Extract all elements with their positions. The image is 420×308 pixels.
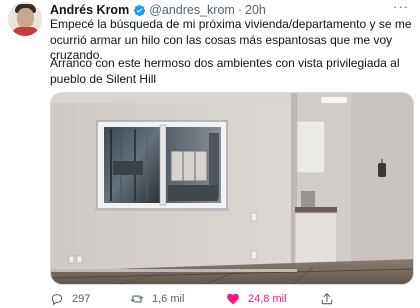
more-options-icon[interactable]: ··· bbox=[392, 0, 410, 16]
tweet-photo[interactable] bbox=[50, 92, 414, 285]
author-handle[interactable]: @andres_krom bbox=[149, 3, 235, 17]
reply-icon bbox=[51, 294, 63, 306]
reply-button[interactable]: 297 bbox=[50, 291, 90, 307]
apartment-photo bbox=[51, 93, 413, 284]
author-avatar[interactable] bbox=[8, 2, 42, 36]
retweet-icon bbox=[130, 295, 144, 303]
avatar-shirt bbox=[12, 27, 39, 36]
reply-count: 297 bbox=[72, 293, 91, 305]
avatar-face bbox=[17, 8, 34, 28]
header-separator: · bbox=[237, 3, 242, 17]
retweet-count: 1,6 mil bbox=[152, 293, 185, 305]
author-name[interactable]: Andrés Krom bbox=[50, 3, 129, 17]
like-button[interactable]: 24,8 mil bbox=[226, 291, 287, 307]
tweet-timestamp[interactable]: 20h bbox=[245, 3, 266, 17]
heart-icon bbox=[227, 293, 239, 305]
share-icon bbox=[321, 293, 333, 305]
tweet-actions: 297 1,6 mil 24,8 mil bbox=[50, 291, 414, 307]
like-count: 24,8 mil bbox=[248, 293, 287, 305]
share-button[interactable] bbox=[320, 291, 342, 307]
tweet-header: Andrés Krom @andres_krom · 20h bbox=[50, 2, 266, 18]
retweet-button[interactable]: 1,6 mil bbox=[130, 291, 184, 307]
verified-badge-icon bbox=[134, 4, 146, 16]
tweet-text-paragraph-2: Arranco con este hermoso dos ambientes c… bbox=[50, 56, 400, 86]
